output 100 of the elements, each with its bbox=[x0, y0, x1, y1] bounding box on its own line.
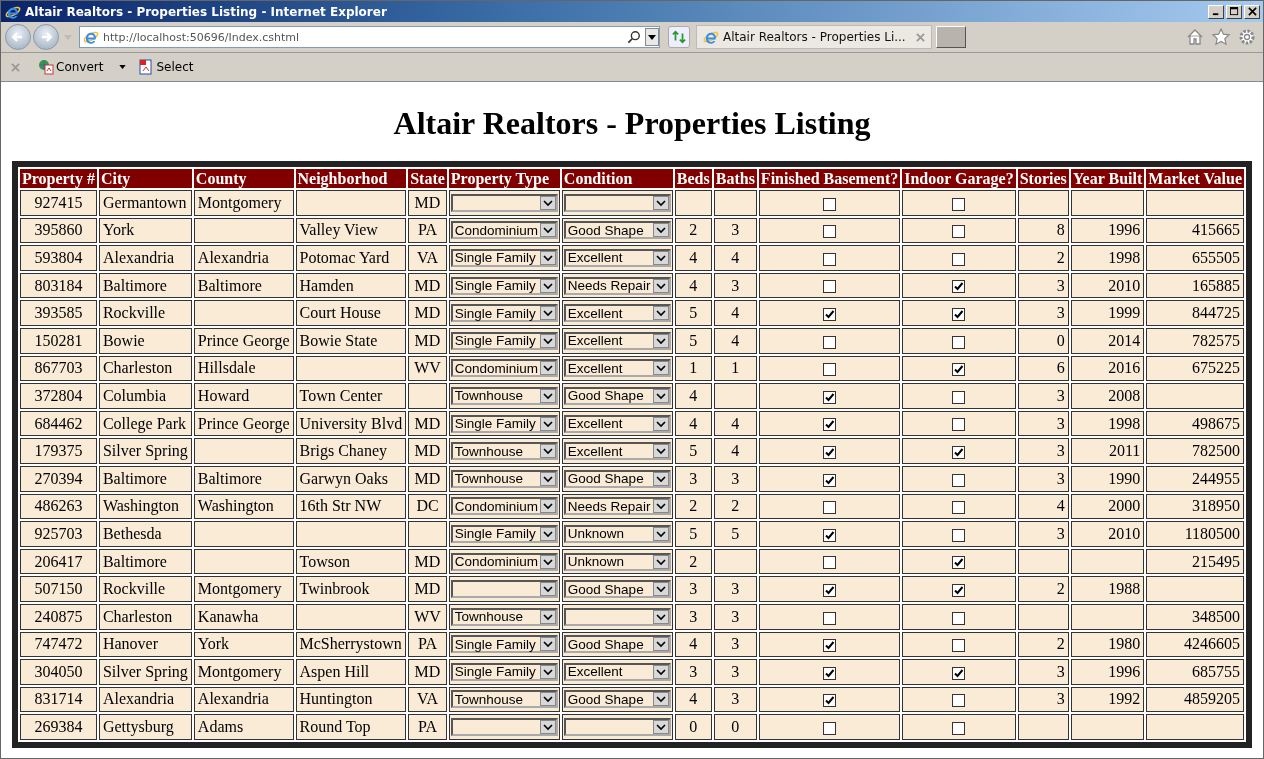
dropdown[interactable]: Single Family bbox=[450, 414, 558, 433]
dropdown[interactable]: Townhouse bbox=[450, 607, 558, 626]
dropdown[interactable]: Single Family bbox=[450, 276, 558, 295]
table-cell: Aspen Hill bbox=[295, 659, 407, 685]
checkbox[interactable] bbox=[952, 639, 966, 653]
checkbox[interactable] bbox=[823, 418, 837, 432]
checkbox[interactable] bbox=[823, 556, 837, 570]
table-cell: 16th Str NW bbox=[295, 493, 407, 520]
dropdown[interactable]: Excellent bbox=[563, 442, 671, 461]
caret-icon[interactable] bbox=[119, 65, 127, 69]
dropdown[interactable]: Townhouse bbox=[450, 442, 558, 461]
dropdown[interactable]: Townhouse bbox=[450, 469, 558, 488]
checkbox[interactable] bbox=[952, 501, 966, 515]
dropdown[interactable]: Condominium bbox=[450, 359, 558, 378]
dropdown[interactable]: Excellent bbox=[563, 304, 671, 323]
dropdown[interactable]: Condominium bbox=[450, 552, 558, 571]
dropdown[interactable]: Single Family bbox=[450, 249, 558, 267]
checkbox[interactable] bbox=[952, 721, 966, 735]
dropdown[interactable]: Needs Repair bbox=[563, 276, 671, 295]
star-icon[interactable] bbox=[1212, 28, 1230, 46]
checkbox[interactable] bbox=[952, 390, 966, 404]
browser-tab[interactable]: Altair Realtors - Properties Li... bbox=[696, 25, 932, 49]
dropdown[interactable]: Single Family bbox=[450, 662, 558, 681]
dropdown[interactable]: Condominium bbox=[450, 221, 558, 240]
checkbox[interactable] bbox=[823, 528, 837, 542]
checkbox[interactable] bbox=[952, 528, 966, 542]
dropdown[interactable]: Good Shape bbox=[563, 635, 671, 654]
new-tab-button[interactable] bbox=[935, 26, 966, 48]
checkbox[interactable] bbox=[823, 611, 837, 625]
dropdown[interactable]: Unknown bbox=[563, 524, 671, 543]
close-button[interactable] bbox=[1244, 4, 1260, 19]
table-cell: Baltimore bbox=[193, 272, 294, 299]
checkbox[interactable] bbox=[823, 390, 837, 404]
refresh-button[interactable] bbox=[668, 26, 690, 48]
checkbox[interactable] bbox=[952, 473, 966, 487]
table-cell: 240875 bbox=[19, 603, 97, 630]
select-button[interactable]: Select bbox=[136, 56, 196, 78]
search-icon[interactable] bbox=[627, 30, 641, 44]
table-cell: 1 bbox=[674, 355, 712, 382]
dropdown[interactable]: Good Shape bbox=[563, 386, 671, 405]
checkbox[interactable] bbox=[823, 721, 837, 735]
table-cell: MD bbox=[408, 576, 447, 602]
checkbox[interactable] bbox=[952, 418, 966, 432]
dropdown[interactable]: Good Shape bbox=[563, 221, 671, 240]
checkbox[interactable] bbox=[823, 501, 837, 515]
dropdown[interactable]: Single Family bbox=[450, 524, 558, 543]
checkbox[interactable] bbox=[952, 666, 966, 680]
checkbox[interactable] bbox=[823, 363, 837, 377]
checkbox[interactable] bbox=[952, 197, 966, 211]
dropdown[interactable]: Excellent bbox=[563, 662, 671, 681]
dropdown[interactable]: Townhouse bbox=[450, 690, 558, 709]
checkbox[interactable] bbox=[823, 280, 837, 294]
checkbox[interactable] bbox=[823, 583, 837, 597]
checkbox[interactable] bbox=[823, 308, 837, 321]
dropdown[interactable]: Good Shape bbox=[563, 469, 671, 488]
checkbox[interactable] bbox=[823, 335, 837, 349]
dropdown[interactable]: Excellent bbox=[563, 359, 671, 378]
dropdown[interactable]: Good Shape bbox=[563, 580, 671, 599]
forward-button[interactable] bbox=[33, 24, 59, 50]
checkbox[interactable] bbox=[952, 280, 966, 294]
back-button[interactable] bbox=[5, 24, 31, 50]
settings-icon[interactable] bbox=[1238, 28, 1256, 46]
dropdown[interactable]: Townhouse bbox=[450, 386, 558, 405]
checkbox[interactable] bbox=[823, 252, 837, 266]
dropdown[interactable]: Single Family bbox=[450, 304, 558, 323]
checkbox[interactable] bbox=[952, 611, 966, 625]
checkbox[interactable] bbox=[952, 694, 966, 708]
checkbox[interactable] bbox=[823, 225, 837, 239]
checkbox[interactable] bbox=[952, 445, 966, 459]
dropdown[interactable]: Single Family bbox=[450, 331, 558, 350]
maximize-button[interactable] bbox=[1226, 4, 1242, 19]
checkbox[interactable] bbox=[952, 252, 966, 266]
table-cell: DC bbox=[408, 493, 447, 520]
checkbox[interactable] bbox=[952, 556, 966, 570]
checkbox[interactable] bbox=[952, 225, 966, 239]
checkbox[interactable] bbox=[952, 335, 966, 349]
minimize-button[interactable] bbox=[1208, 4, 1224, 19]
dropdown-button[interactable] bbox=[645, 28, 659, 46]
checkbox[interactable] bbox=[823, 473, 837, 487]
table-cell: Town Center bbox=[295, 383, 407, 409]
dropdown[interactable]: Excellent bbox=[563, 331, 671, 350]
checkbox[interactable] bbox=[823, 694, 837, 708]
table-cell: 3 bbox=[674, 603, 712, 630]
dropdown[interactable]: Excellent bbox=[563, 249, 671, 267]
dropdown[interactable]: Single Family bbox=[450, 635, 558, 654]
convert-menu-button[interactable]: Convert bbox=[36, 56, 106, 78]
dropdown[interactable]: Condominium bbox=[450, 497, 558, 516]
checkbox[interactable] bbox=[952, 363, 966, 377]
address-field[interactable]: http://localhost:50696/Index.cshtml bbox=[79, 26, 660, 48]
dropdown[interactable]: Needs Repair bbox=[563, 497, 671, 516]
checkbox[interactable] bbox=[952, 583, 966, 597]
checkbox[interactable] bbox=[823, 639, 837, 653]
dropdown[interactable]: Good Shape bbox=[563, 690, 671, 709]
dropdown[interactable]: Excellent bbox=[563, 414, 671, 433]
home-icon[interactable] bbox=[1186, 28, 1204, 46]
checkbox[interactable] bbox=[952, 308, 966, 321]
checkbox[interactable] bbox=[823, 666, 837, 680]
checkbox[interactable] bbox=[823, 197, 837, 211]
dropdown[interactable]: Unknown bbox=[563, 552, 671, 571]
checkbox[interactable] bbox=[823, 445, 837, 459]
